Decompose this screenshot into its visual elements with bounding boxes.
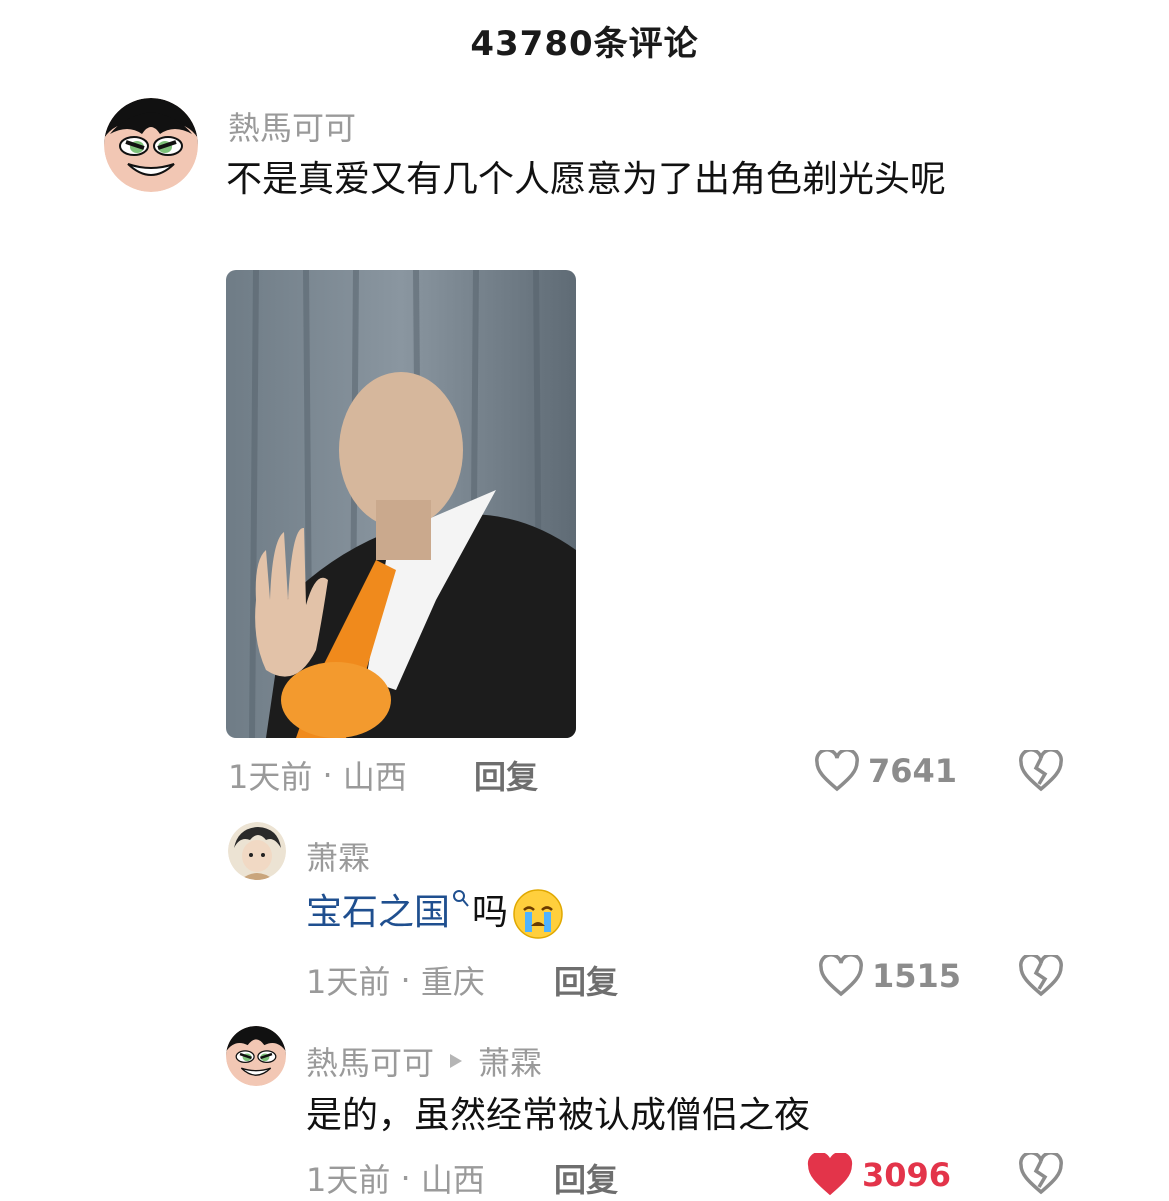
like-button[interactable]: 1515: [818, 955, 961, 997]
comment-location: 重庆: [420, 963, 485, 1001]
reply-button[interactable]: 回复: [554, 957, 618, 1003]
reply-header: 熱馬可可 萧霖: [306, 1038, 542, 1084]
meta-separator: ·: [390, 1159, 421, 1197]
like-count: 7641: [868, 752, 958, 790]
comment-text-suffix: 吗: [472, 892, 509, 933]
comment-text: 是的，虽然经常被认成僧侣之夜: [306, 1095, 811, 1136]
comment-time: 1天前: [228, 758, 313, 796]
comment-meta: 1天前 · 重庆: [306, 957, 485, 1003]
dislike-button[interactable]: [1018, 748, 1064, 796]
meta-separator: ·: [390, 961, 421, 999]
comment-username[interactable]: 萧霖: [306, 833, 370, 879]
comment-meta: 1天前 · 山西: [228, 752, 407, 798]
dislike-button[interactable]: [1018, 953, 1064, 1001]
broken-heart-icon: [1019, 1151, 1063, 1195]
comment-location: 山西: [420, 1161, 485, 1199]
crying-emoji: [513, 889, 563, 939]
play-arrow-icon: [450, 1054, 463, 1068]
reply-to-username[interactable]: 萧霖: [478, 1038, 542, 1084]
meta-separator: ·: [312, 756, 343, 794]
comment-meta: 1天前 · 山西: [306, 1155, 485, 1201]
broken-heart-icon: [1019, 748, 1063, 792]
comments-count-title: 43780条评论: [470, 23, 699, 64]
comment-time: 1天前: [306, 1161, 391, 1199]
like-button[interactable]: 3096: [806, 1153, 951, 1197]
heart-icon: [819, 955, 863, 997]
heart-icon: [807, 1153, 853, 1196]
comment-text: 宝石之国 吗: [306, 885, 564, 941]
comment-username[interactable]: 熱馬可可: [228, 103, 356, 149]
comment-username[interactable]: 熱馬可可: [306, 1038, 434, 1084]
like-count: 3096: [862, 1156, 952, 1194]
reply-button[interactable]: 回复: [554, 1155, 618, 1201]
broken-heart-icon: [1019, 953, 1063, 997]
avatar[interactable]: [226, 1026, 286, 1086]
avatar[interactable]: [104, 98, 198, 192]
comment-photo[interactable]: [226, 270, 576, 738]
like-button[interactable]: 7641: [814, 750, 957, 792]
avatar[interactable]: [228, 822, 286, 880]
heart-icon: [815, 750, 859, 792]
search-link[interactable]: 宝石之国: [306, 892, 450, 933]
dislike-button[interactable]: [1018, 1151, 1064, 1199]
comment-time: 1天前: [306, 963, 391, 1001]
search-icon: [453, 890, 469, 907]
like-count: 1515: [872, 957, 962, 995]
reply-button[interactable]: 回复: [474, 752, 538, 798]
comment-text: 不是真爱又有几个人愿意为了出角色剃光头呢: [226, 159, 947, 200]
comment-location: 山西: [342, 758, 407, 796]
